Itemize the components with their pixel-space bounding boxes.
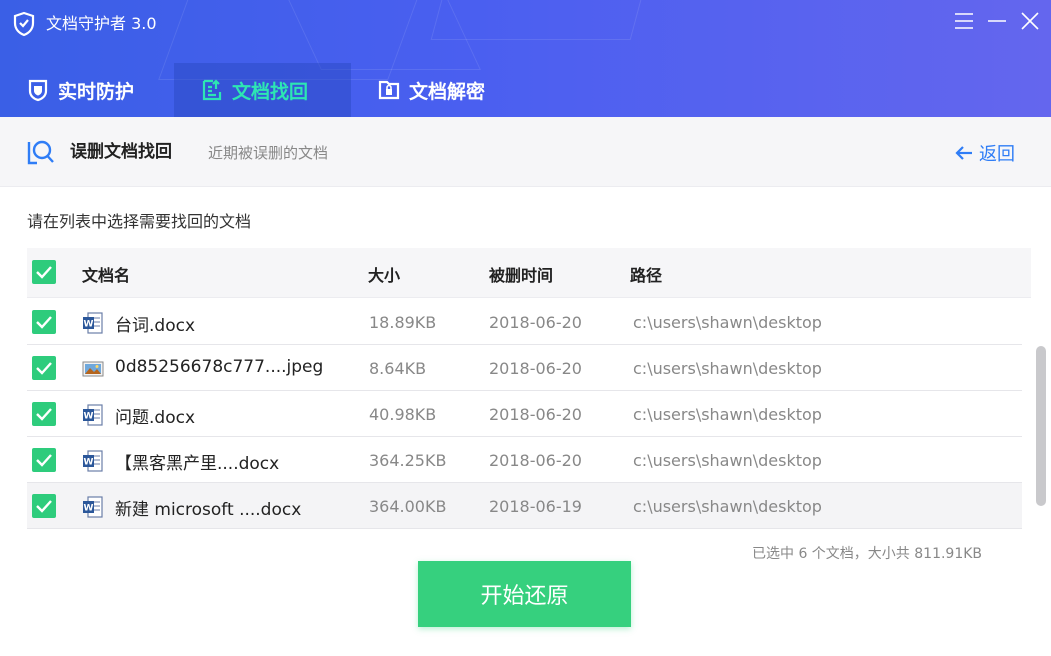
svg-text:W: W <box>84 412 94 422</box>
app-window: 文档守护者 3.0 实时防护 文档找回 文档解密 误删文档找回 近期被误删的文档… <box>0 0 1051 656</box>
row-checkbox[interactable] <box>32 448 56 472</box>
minimize-icon[interactable] <box>986 10 1008 32</box>
row-checkbox[interactable] <box>32 356 56 380</box>
file-name: 【黑客黑产里....docx <box>115 454 280 474</box>
tab-bar: 实时防护 文档找回 文档解密 <box>0 63 525 117</box>
deleted-date: 2018-06-20 <box>489 405 582 424</box>
file-list: W 台词.docx 18.89KB 2018-06-20 c:\users\sh… <box>27 299 1031 531</box>
column-header-size[interactable]: 大小 <box>368 262 400 286</box>
svg-text:W: W <box>84 320 94 330</box>
tab-label: 实时防护 <box>58 80 135 103</box>
start-restore-button[interactable]: 开始还原 <box>418 561 631 627</box>
image-file-icon <box>82 357 104 381</box>
table-row[interactable]: W 新建 microsoft ....docx 364.00KB 2018-06… <box>27 483 1022 529</box>
search-document-icon <box>25 137 55 167</box>
header: 文档守护者 3.0 实时防护 文档找回 文档解密 <box>0 0 1051 117</box>
scrollbar[interactable] <box>1036 346 1046 506</box>
file-size: 18.89KB <box>369 313 437 332</box>
tab-label: 文档解密 <box>409 80 486 103</box>
svg-text:W: W <box>84 458 94 468</box>
document-recover-icon <box>200 78 224 102</box>
file-path: c:\users\shawn\desktop <box>633 313 822 332</box>
file-name: 0d85256678c777....jpeg <box>115 357 324 377</box>
file-path: c:\users\shawn\desktop <box>633 451 822 470</box>
back-label: 返回 <box>979 144 1015 165</box>
page-title: 误删文档找回 <box>70 142 172 162</box>
title-bar: 文档守护者 3.0 <box>0 0 1051 48</box>
row-checkbox[interactable] <box>32 494 56 518</box>
table-header: 文档名 大小 被删时间 路径 <box>27 248 1031 298</box>
deleted-date: 2018-06-20 <box>489 313 582 332</box>
instruction-text: 请在列表中选择需要找回的文档 <box>27 212 252 231</box>
menu-icon[interactable] <box>953 10 975 32</box>
file-path: c:\users\shawn\desktop <box>633 405 822 424</box>
column-header-name[interactable]: 文档名 <box>82 262 130 286</box>
word-doc-icon: W <box>82 403 104 427</box>
file-path: c:\users\shawn\desktop <box>633 359 822 378</box>
row-checkbox[interactable] <box>32 310 56 334</box>
arrow-left-icon <box>954 143 974 163</box>
folder-lock-icon <box>377 78 401 102</box>
section-header: 误删文档找回 近期被误删的文档 返回 <box>0 117 1051 187</box>
table-row[interactable]: W 【黑客黑产里....docx 364.25KB 2018-06-20 c:\… <box>27 437 1022 483</box>
tab-document-decrypt[interactable]: 文档解密 <box>351 63 525 117</box>
deleted-date: 2018-06-20 <box>489 359 582 378</box>
column-header-path[interactable]: 路径 <box>630 262 662 286</box>
deleted-date: 2018-06-20 <box>489 451 582 470</box>
word-doc-icon: W <box>82 311 104 335</box>
shield-icon <box>26 78 50 102</box>
shield-logo-icon <box>12 11 36 37</box>
app-title: 文档守护者 3.0 <box>46 14 157 33</box>
file-name: 问题.docx <box>115 408 196 428</box>
table-row[interactable]: 0d85256678c777....jpeg 8.64KB 2018-06-20… <box>27 345 1022 391</box>
column-header-deleted-time[interactable]: 被删时间 <box>489 262 553 286</box>
file-size: 40.98KB <box>369 405 437 424</box>
close-icon[interactable] <box>1019 10 1041 32</box>
file-name: 新建 microsoft ....docx <box>115 500 302 520</box>
table-row[interactable]: W 台词.docx 18.89KB 2018-06-20 c:\users\sh… <box>27 299 1022 345</box>
file-size: 364.00KB <box>369 497 447 516</box>
deleted-date: 2018-06-19 <box>489 497 582 516</box>
file-name: 台词.docx <box>115 316 196 336</box>
word-doc-icon: W <box>82 449 104 473</box>
selection-summary: 已选中 6 个文档，大小共 811.91KB <box>752 546 983 562</box>
back-button[interactable]: 返回 <box>954 140 1015 166</box>
tab-document-recovery[interactable]: 文档找回 <box>174 63 351 117</box>
page-description: 近期被误删的文档 <box>208 144 329 162</box>
table-row[interactable]: W 问题.docx 40.98KB 2018-06-20 c:\users\sh… <box>27 391 1022 437</box>
file-path: c:\users\shawn\desktop <box>633 497 822 516</box>
select-all-checkbox[interactable] <box>32 260 56 284</box>
svg-text:W: W <box>84 504 94 514</box>
row-checkbox[interactable] <box>32 402 56 426</box>
tab-label: 文档找回 <box>232 80 309 103</box>
file-size: 8.64KB <box>369 359 427 378</box>
word-doc-icon: W <box>82 495 104 519</box>
file-size: 364.25KB <box>369 451 447 470</box>
tab-realtime-protection[interactable]: 实时防护 <box>0 63 174 117</box>
